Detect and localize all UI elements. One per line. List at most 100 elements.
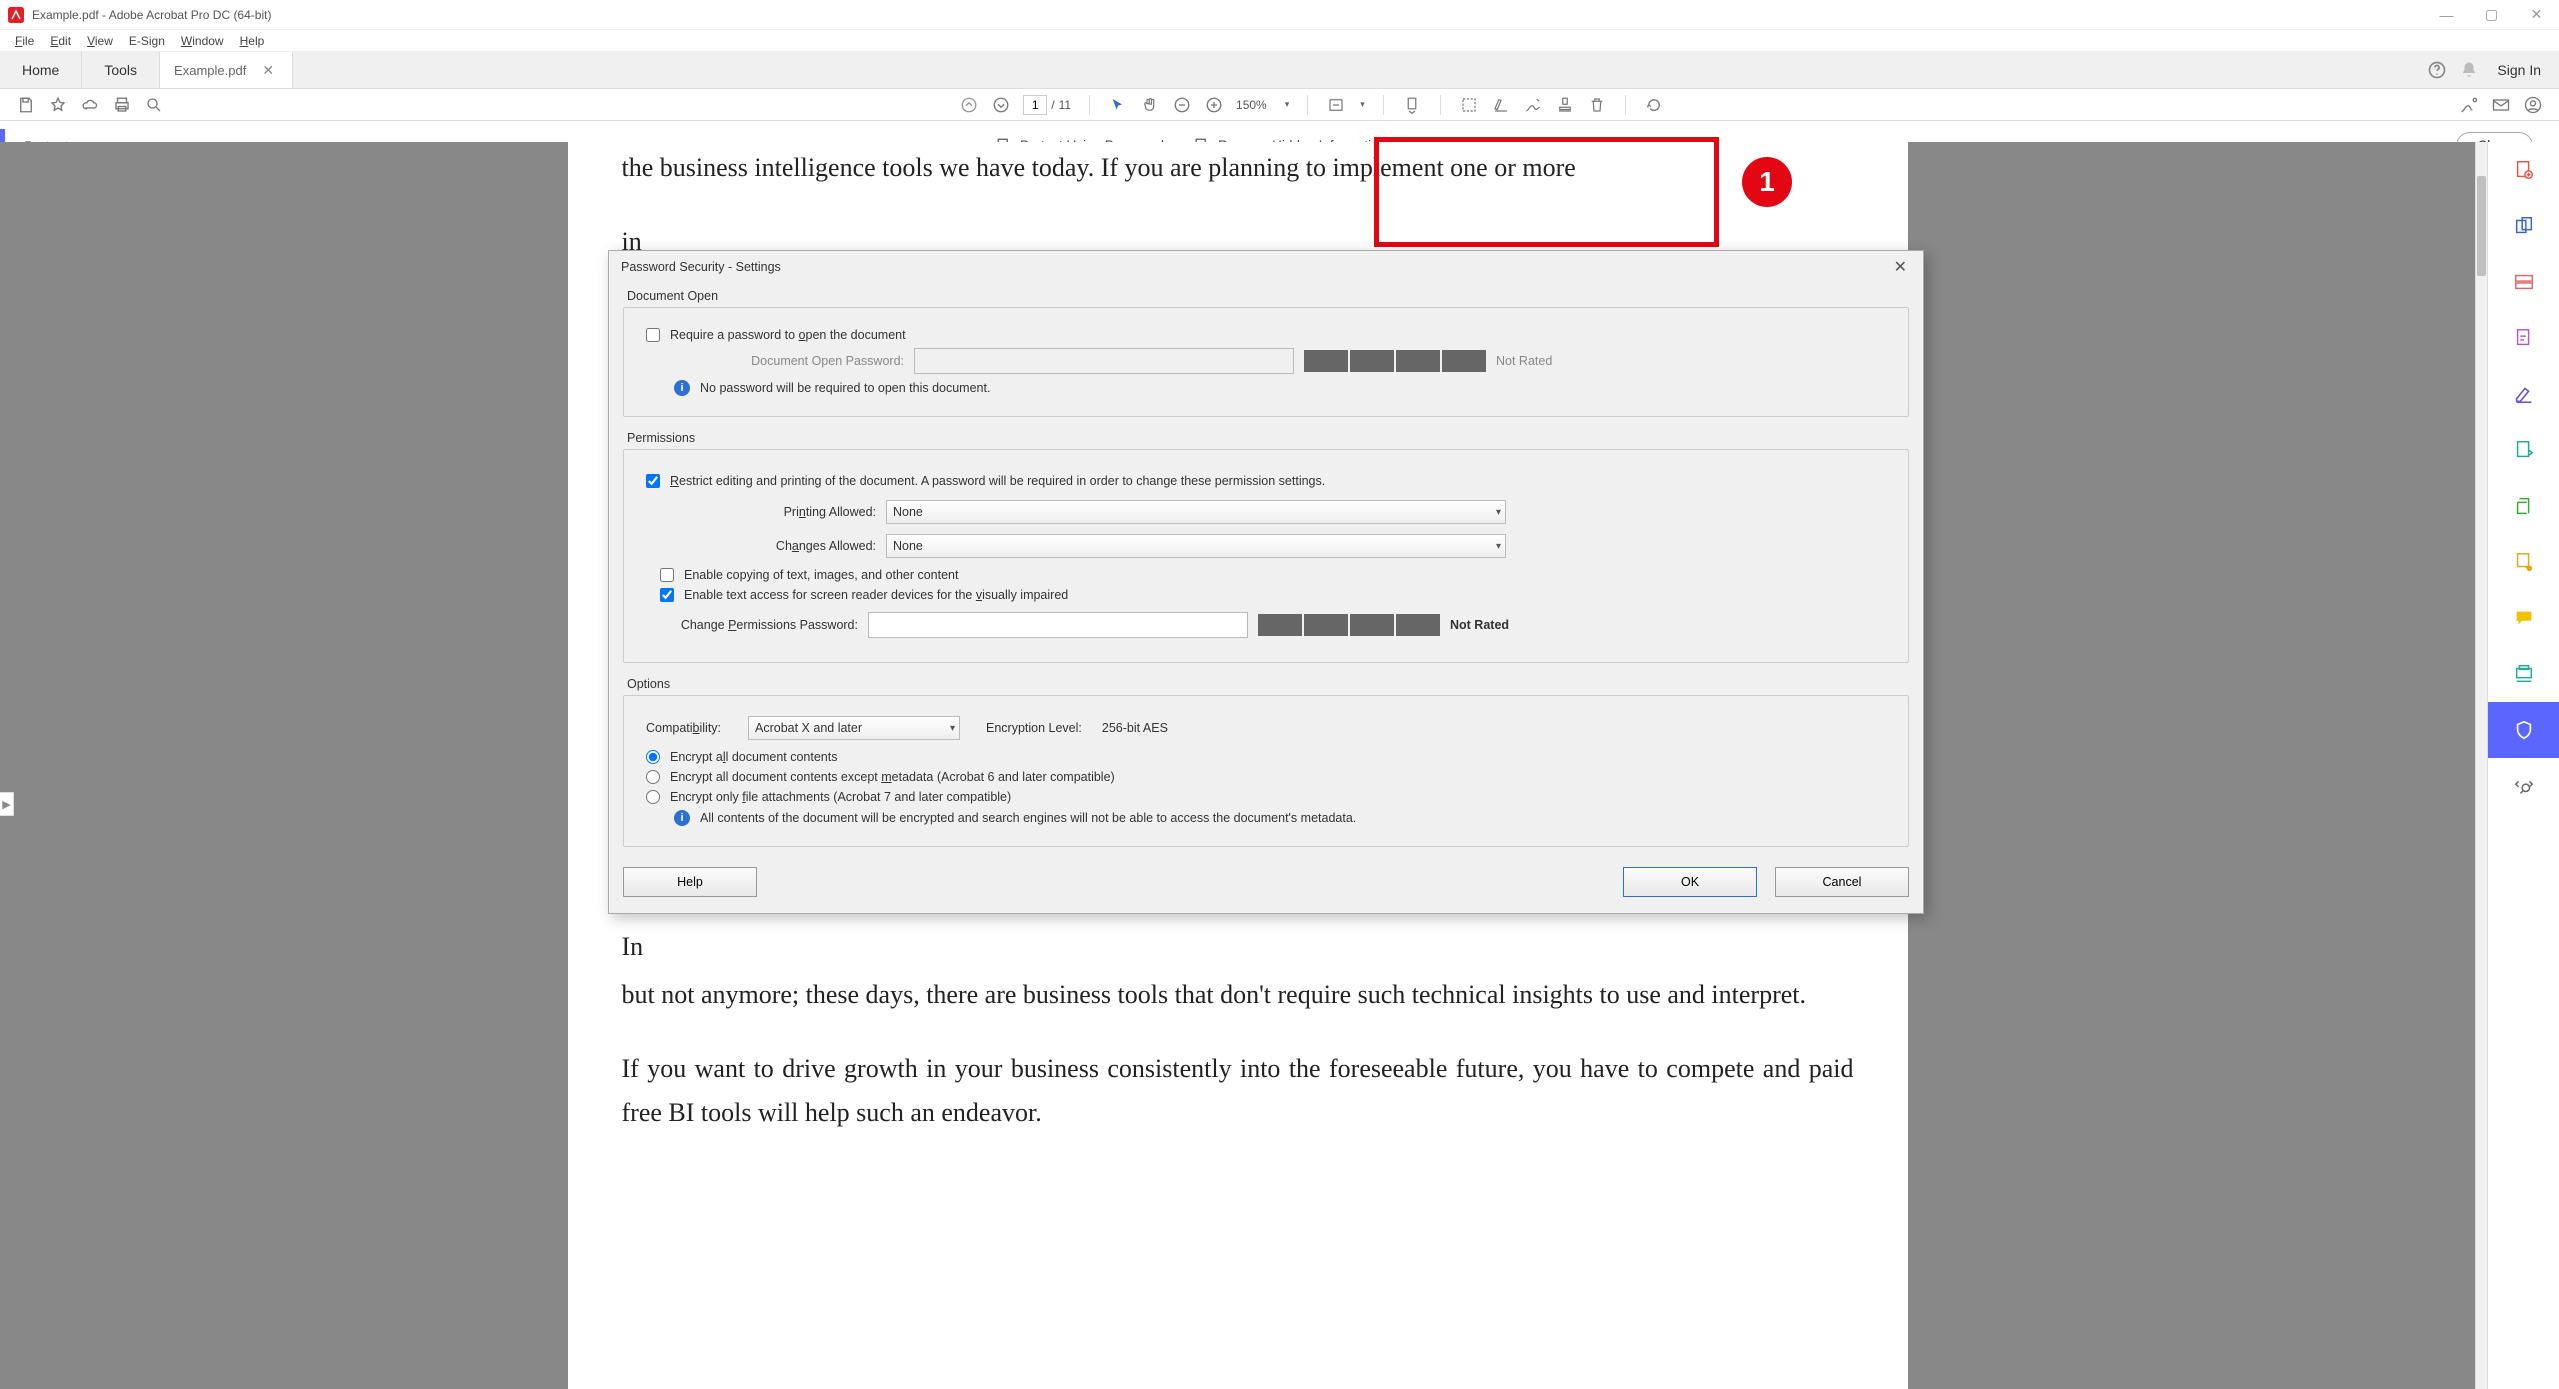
tab-tools[interactable]: Tools <box>82 52 160 88</box>
document-open-group: Require a password to open the document … <box>623 307 1909 417</box>
require-open-password-label: Require a password to open the document <box>670 328 906 342</box>
stamp-icon[interactable] <box>1555 95 1575 115</box>
fit-width-icon[interactable] <box>1326 95 1346 115</box>
permissions-group: Restrict editing and printing of the doc… <box>623 449 1909 663</box>
enable-screenreader-label: Enable text access for screen reader dev… <box>684 588 1068 602</box>
menu-edit[interactable]: Edit <box>43 32 78 50</box>
zoom-in-icon[interactable] <box>1204 95 1224 115</box>
combine-files-icon[interactable] <box>2488 198 2559 254</box>
require-open-password-checkbox[interactable] <box>646 328 660 342</box>
menu-file[interactable]: FFileile <box>8 32 41 50</box>
expand-panel-chevron-icon[interactable]: ▶ <box>0 792 14 816</box>
cloud-icon[interactable] <box>80 95 100 115</box>
menu-esign[interactable]: E-Sign <box>122 32 172 50</box>
acrobat-icon <box>8 7 24 23</box>
rotate-icon[interactable] <box>1644 95 1664 115</box>
encrypt-except-metadata-radio[interactable] <box>646 770 660 784</box>
profile-icon[interactable] <box>2523 95 2543 115</box>
enable-copying-label: Enable copying of text, images, and othe… <box>684 568 958 582</box>
page-number-input[interactable] <box>1023 95 1047 115</box>
right-tools-panel <box>2487 142 2559 1389</box>
tab-home[interactable]: Home <box>0 52 82 88</box>
dialog-close-icon[interactable]: ✕ <box>1890 253 1911 281</box>
zoom-level[interactable]: 150% <box>1236 98 1271 112</box>
fit-dropdown-icon[interactable]: ▾ <box>1360 99 1365 110</box>
create-pdf-icon[interactable] <box>2488 142 2559 198</box>
zoom-out-icon[interactable] <box>1172 95 1192 115</box>
export-pdf-icon[interactable] <box>2488 422 2559 478</box>
enable-screenreader-checkbox[interactable] <box>660 588 674 602</box>
zoom-dropdown-icon[interactable]: ▾ <box>1285 99 1290 110</box>
request-sign-icon[interactable] <box>2488 310 2559 366</box>
menu-window[interactable]: Window <box>174 32 231 50</box>
tab-document-label: Example.pdf <box>174 63 246 78</box>
encryption-level-value: 256-bit AES <box>1102 721 1168 735</box>
help-button[interactable]: Help <box>623 867 757 897</box>
change-permissions-password-label: Change Permissions Password: <box>646 618 858 632</box>
print-icon[interactable] <box>112 95 132 115</box>
share-pen-icon[interactable] <box>2459 95 2479 115</box>
compatibility-label: Compatibility: <box>646 721 738 735</box>
encrypt-attachments-radio[interactable] <box>646 790 660 804</box>
more-tools-icon[interactable] <box>2488 758 2559 814</box>
restrict-editing-checkbox[interactable] <box>646 474 660 488</box>
menu-view[interactable]: View <box>80 32 120 50</box>
maximize-button[interactable]: ▢ <box>2469 0 2514 30</box>
menu-help[interactable]: Help <box>233 32 272 50</box>
bell-icon[interactable] <box>2459 60 2479 80</box>
menu-bar: FFileile Edit View E-Sign Window Help <box>0 30 2559 52</box>
minimize-button[interactable]: — <box>2424 0 2469 30</box>
open-info-text: No password will be required to open thi… <box>700 381 990 395</box>
page-number: / 11 <box>1023 95 1071 115</box>
printing-allowed-select[interactable]: None▾ <box>886 500 1506 524</box>
title-bar: Example.pdf - Adobe Acrobat Pro DC (64-b… <box>0 0 2559 30</box>
options-group: Compatibility: Acrobat X and later▾ Encr… <box>623 695 1909 847</box>
protect-icon[interactable] <box>2488 702 2559 758</box>
tab-close-icon[interactable]: ✕ <box>258 60 278 81</box>
main-tabs: Home Tools Example.pdf ✕ Sign In <box>0 52 2559 89</box>
info-icon: i <box>674 810 690 826</box>
changes-allowed-select[interactable]: None▾ <box>886 534 1506 558</box>
organize-icon[interactable] <box>2488 478 2559 534</box>
search-icon[interactable] <box>144 95 164 115</box>
scan-ocr-icon[interactable] <box>2488 646 2559 702</box>
info-icon: i <box>674 380 690 396</box>
encrypt-attachments-label: Encrypt only file attachments (Acrobat 7… <box>670 790 1011 804</box>
open-password-label: Document Open Password: <box>674 354 904 368</box>
encrypt-all-label: Encrypt all document contents <box>670 750 837 764</box>
cancel-button[interactable]: Cancel <box>1775 867 1909 897</box>
pan-hand-icon[interactable] <box>1140 95 1160 115</box>
sign-pen-icon[interactable] <box>1523 95 1543 115</box>
star-icon[interactable] <box>48 95 68 115</box>
ok-button[interactable]: OK <box>1623 867 1757 897</box>
permissions-password-rating: Not Rated <box>1450 618 1509 632</box>
trash-icon[interactable] <box>1587 95 1607 115</box>
options-info-text: All contents of the document will be enc… <box>700 811 1356 825</box>
select-rect-icon[interactable] <box>1459 95 1479 115</box>
scrollbar-track[interactable] <box>2475 142 2487 1389</box>
edit-pdf-icon[interactable] <box>2488 254 2559 310</box>
send-comments-icon[interactable] <box>2488 534 2559 590</box>
enable-copying-checkbox[interactable] <box>660 568 674 582</box>
dialog-titlebar[interactable]: Password Security - Settings ✕ <box>609 251 1923 283</box>
comment-icon[interactable] <box>2488 590 2559 646</box>
mail-icon[interactable] <box>2491 95 2511 115</box>
save-icon[interactable] <box>16 95 36 115</box>
change-permissions-password-input[interactable] <box>868 612 1248 638</box>
page-down-icon[interactable] <box>991 95 1011 115</box>
close-window-button[interactable]: ✕ <box>2514 0 2559 30</box>
permissions-password-meter <box>1258 614 1440 636</box>
highlight-icon[interactable] <box>1491 95 1511 115</box>
encrypt-all-radio[interactable] <box>646 750 660 764</box>
chevron-down-icon: ▾ <box>1496 507 1501 518</box>
tab-document[interactable]: Example.pdf ✕ <box>160 52 293 88</box>
scroll-mode-icon[interactable] <box>1402 95 1422 115</box>
selection-arrow-icon[interactable] <box>1108 95 1128 115</box>
open-password-meter <box>1304 350 1486 372</box>
help-icon[interactable] <box>2427 60 2447 80</box>
fill-sign-icon[interactable] <box>2488 366 2559 422</box>
compatibility-select[interactable]: Acrobat X and later▾ <box>748 716 960 740</box>
scrollbar-thumb[interactable] <box>2477 176 2486 276</box>
page-up-icon[interactable] <box>959 95 979 115</box>
signin-button[interactable]: Sign In <box>2491 62 2541 78</box>
